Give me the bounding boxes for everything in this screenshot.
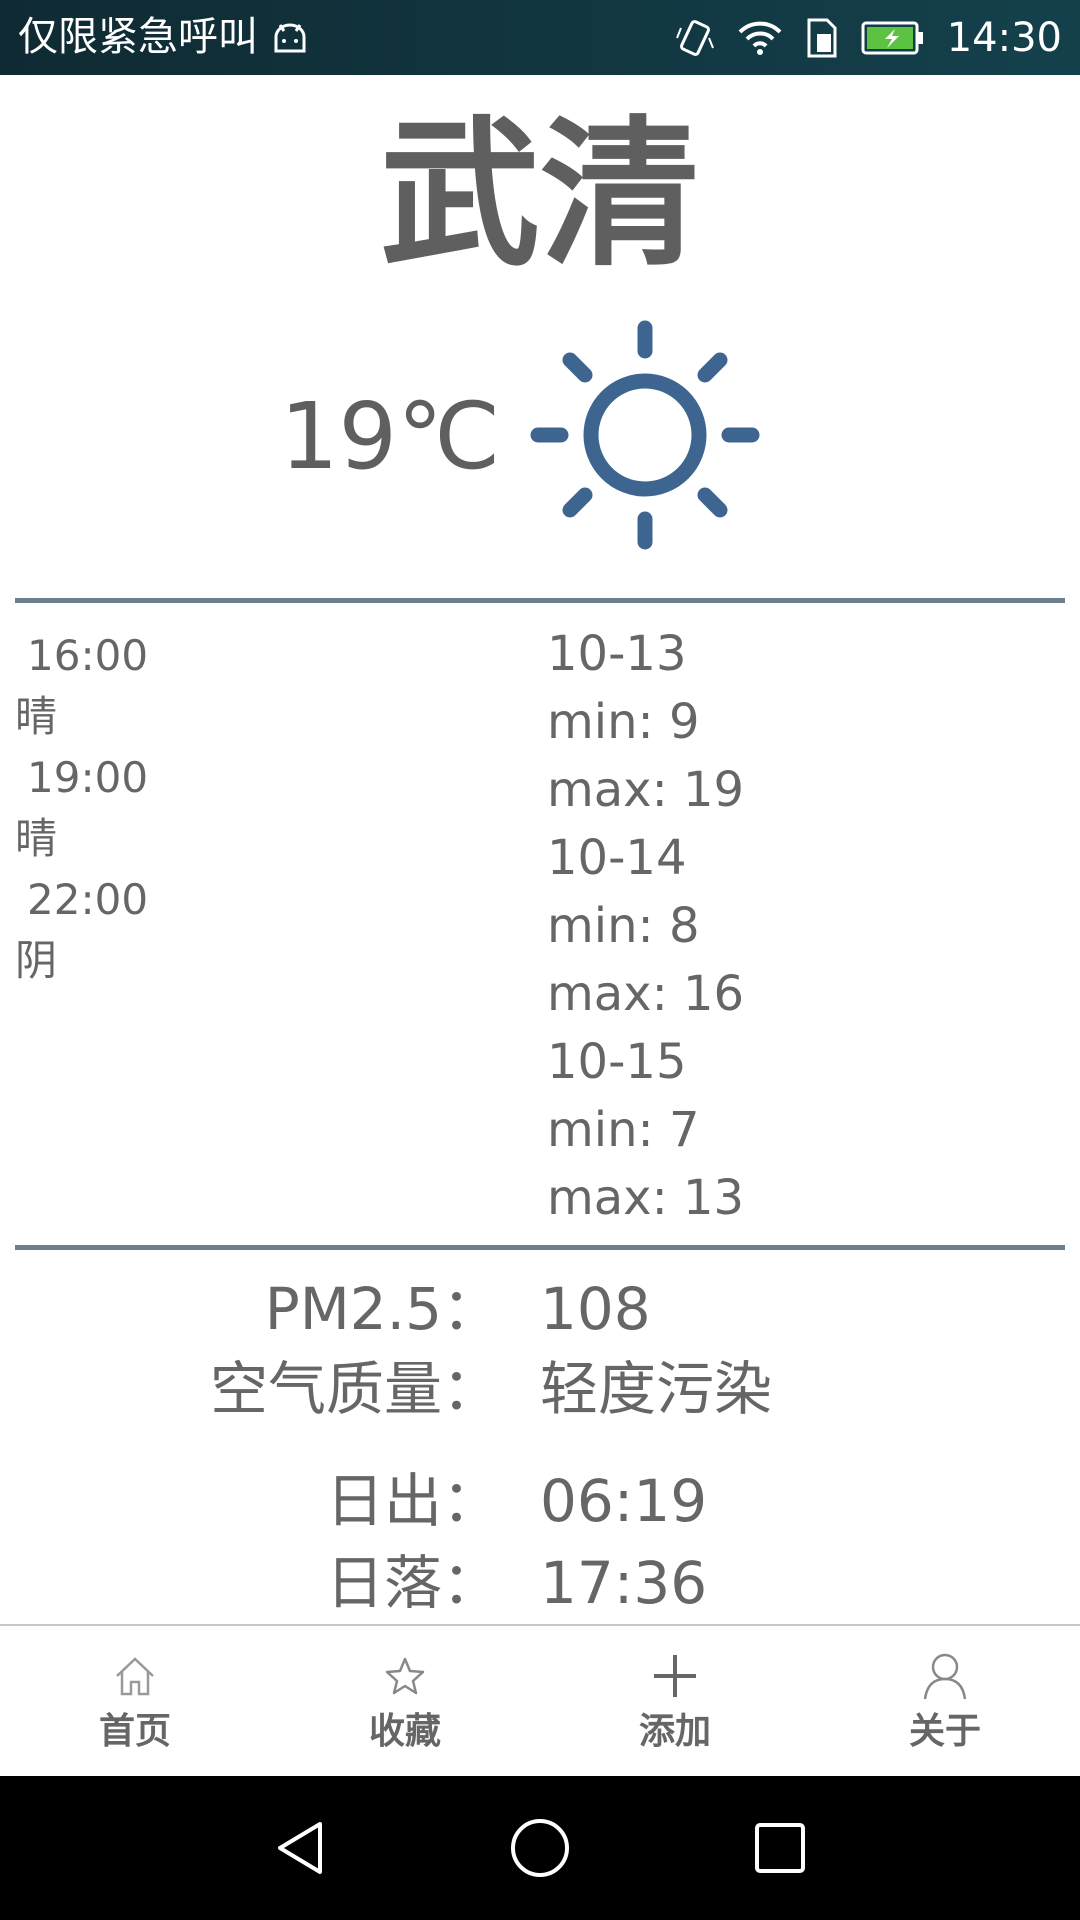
star-icon (385, 1652, 425, 1700)
status-time: 14:30 (946, 14, 1062, 61)
air-quality-value: 轻度污染 (540, 1355, 773, 1423)
home-nav-icon[interactable] (490, 1776, 590, 1920)
system-nav-bar (0, 1776, 1080, 1920)
recent-apps-icon[interactable] (730, 1776, 830, 1920)
current-temperature: 19℃ (280, 383, 501, 490)
hourly-forecast: 16:00 晴 19:00 晴 22:00 阴 (15, 625, 435, 991)
status-text: 仅限紧急呼叫 (18, 14, 258, 60)
plus-icon (651, 1652, 699, 1700)
person-icon (921, 1652, 969, 1700)
daily-date: 10-14 (547, 830, 687, 886)
tab-label: 收藏 (368, 1711, 441, 1752)
hourly-condition: 晴 (15, 814, 58, 863)
daily-max: max: 19 (547, 762, 745, 818)
tab-favorites[interactable]: 收藏 (270, 1626, 540, 1778)
hourly-condition: 阴 (15, 936, 58, 985)
battery-charging-icon (861, 21, 925, 55)
hourly-condition: 晴 (15, 692, 58, 741)
daily-min: min: 7 (547, 1102, 700, 1158)
pm25-value: 108 (540, 1275, 651, 1343)
wifi-icon (737, 20, 783, 56)
divider-bottom (15, 1245, 1065, 1250)
bottom-tab-bar: 首页 收藏 添加 关于 (0, 1624, 1080, 1778)
daily-min: min: 8 (547, 898, 700, 954)
daily-date: 10-13 (547, 626, 687, 682)
city-name: 武清 (379, 101, 700, 288)
hourly-time: 16:00 (27, 631, 149, 680)
tab-label: 关于 (908, 1711, 981, 1752)
sun-icon (528, 318, 762, 556)
hourly-time: 22:00 (27, 875, 149, 924)
android-icon (272, 23, 308, 53)
daily-max: max: 16 (547, 966, 745, 1022)
daily-date: 10-15 (547, 1034, 687, 1090)
daily-min: min: 9 (547, 694, 700, 750)
back-icon[interactable] (250, 1776, 350, 1920)
status-bar: 仅限紧急呼叫 14:30 (0, 0, 1080, 75)
home-icon (113, 1652, 157, 1700)
sunrise-label: 日出： (325, 1467, 500, 1535)
air-quality-label: 空气质量： (209, 1355, 500, 1423)
tab-add[interactable]: 添加 (540, 1626, 810, 1778)
tab-label: 添加 (638, 1711, 711, 1752)
sim-icon (805, 18, 839, 58)
divider-top (15, 598, 1065, 603)
daily-max: max: 13 (547, 1170, 745, 1226)
hourly-time: 19:00 (27, 753, 149, 802)
sunset-label: 日落： (325, 1549, 500, 1617)
daily-forecast: 10-13 min: 9 max: 19 10-14 min: 8 max: 1… (547, 620, 1047, 1232)
pm25-label: PM2.5： (264, 1275, 500, 1343)
tab-about[interactable]: 关于 (810, 1626, 1080, 1778)
sunrise-value: 06:19 (540, 1467, 708, 1535)
tab-home[interactable]: 首页 (0, 1626, 270, 1778)
tab-label: 首页 (98, 1711, 171, 1752)
sunset-value: 17:36 (540, 1549, 708, 1617)
vibrate-icon (675, 18, 715, 58)
